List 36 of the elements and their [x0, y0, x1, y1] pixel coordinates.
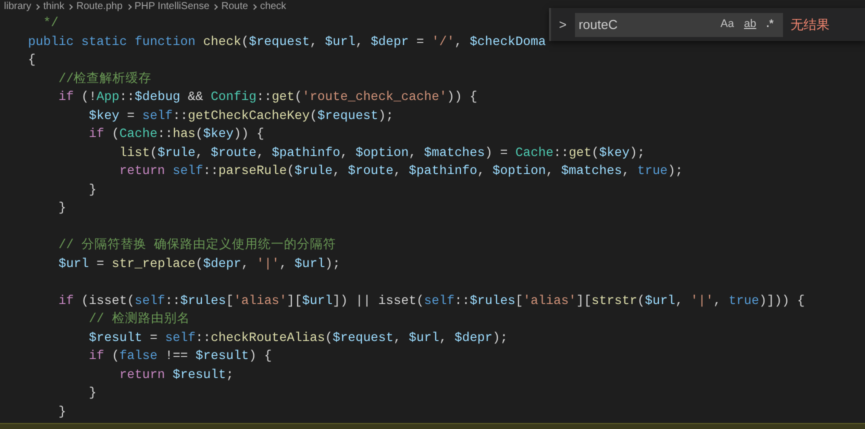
code-line: if (isset(self::$rules['alias'][$url]) || isset(self::$rules['alias'][strstr($url, '|', true)])) { [57, 292, 805, 310]
breadcrumb-item[interactable]: library [4, 2, 32, 12]
code-line: return $result; [118, 366, 234, 384]
code-line: } [88, 180, 97, 198]
code-line: $key = self::getCheckCacheKey($request); [88, 106, 394, 124]
no-results-text: 无结果 [790, 16, 830, 34]
code-line: if (false !== $result) { [88, 347, 272, 365]
breadcrumb-item[interactable]: check [260, 2, 286, 12]
code-line: list($rule, $route, $pathinfo, $option, $matches) = Cache::get($key); [118, 144, 645, 162]
code-line: return self::parseRule($rule, $route, $pathinfo, $option, $matches, true); [118, 162, 683, 180]
find-option-toggle[interactable]: .* [762, 15, 778, 34]
code-line: } [88, 384, 97, 402]
expand-toggle[interactable]: > [559, 14, 567, 34]
code-line: } [57, 199, 66, 217]
breadcrumb-item[interactable]: Route.php [76, 2, 123, 12]
code-line: //检查解析缓存 [57, 70, 152, 88]
code-line: */ [42, 14, 58, 32]
code-line: } [57, 402, 66, 420]
chevron-icon [251, 4, 257, 10]
chevron-icon [212, 4, 218, 10]
code-line: if (Cache::has($key)) { [88, 125, 264, 143]
code-line: { [28, 51, 36, 69]
code-line: // 分隔符替换 确保路由定义使用统一的分隔符 [57, 236, 336, 254]
breadcrumb-item[interactable]: PHP IntelliSense [134, 2, 210, 12]
breadcrumb-item[interactable]: Route [221, 2, 248, 12]
find-option-toggle[interactable]: Aa [716, 15, 738, 34]
find-option-toggle[interactable]: ab [740, 15, 760, 34]
code-line: public static function check($request, $url, $depr = '/', $checkDoma [28, 32, 546, 50]
chevron-icon [34, 4, 40, 10]
code-line: $url = str_replace($depr, '|', $url); [57, 254, 340, 272]
find-input[interactable]: routeC Aa ab .* [574, 12, 783, 36]
chevron-icon [68, 4, 74, 10]
code-line: if (!App::$debug && Config::get('route_check_cache')) { [57, 88, 478, 106]
code-line: // 检测路由别名 [88, 310, 190, 328]
breadcrumb-item[interactable]: think [43, 2, 64, 12]
code-line: $result = self::checkRouteAlias($request, $url, $depr); [88, 328, 508, 346]
